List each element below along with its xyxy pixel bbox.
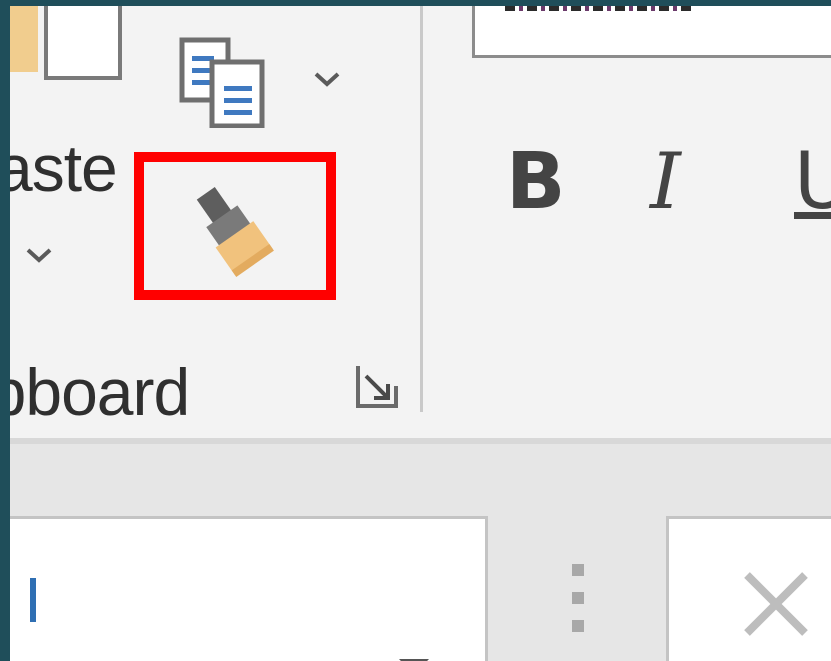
close-button[interactable] [666,516,831,661]
dialog-launcher-icon[interactable] [354,362,400,412]
font-name-combobox[interactable] [472,6,831,58]
style-combobox[interactable] [10,516,488,661]
underline-button[interactable]: U [794,142,831,222]
paste-sheet-icon [44,6,122,80]
toolbar-strip [10,444,831,661]
copy-icon[interactable] [172,30,266,128]
close-icon [744,572,808,636]
ribbon-home-tab: aste board B I U [10,6,831,442]
combobox-accent-mark [30,578,36,622]
copy-dropdown-chevron-down-icon[interactable] [312,68,342,92]
format-painter-button[interactable] [134,152,336,300]
paste-label: aste [10,131,118,205]
font-name-preview [505,6,695,11]
clipboard-group-label: ipboard [10,355,190,429]
grip-handle-icon[interactable] [570,562,586,634]
group-divider [420,6,423,412]
paste-icon [10,6,38,72]
window-frame-left [0,0,10,661]
chevron-down-icon[interactable] [397,655,431,661]
bold-button[interactable]: B [506,142,565,222]
paste-dropdown-chevron-down-icon[interactable] [24,244,54,268]
italic-button[interactable]: I [650,142,681,222]
paintbrush-icon [196,187,274,277]
